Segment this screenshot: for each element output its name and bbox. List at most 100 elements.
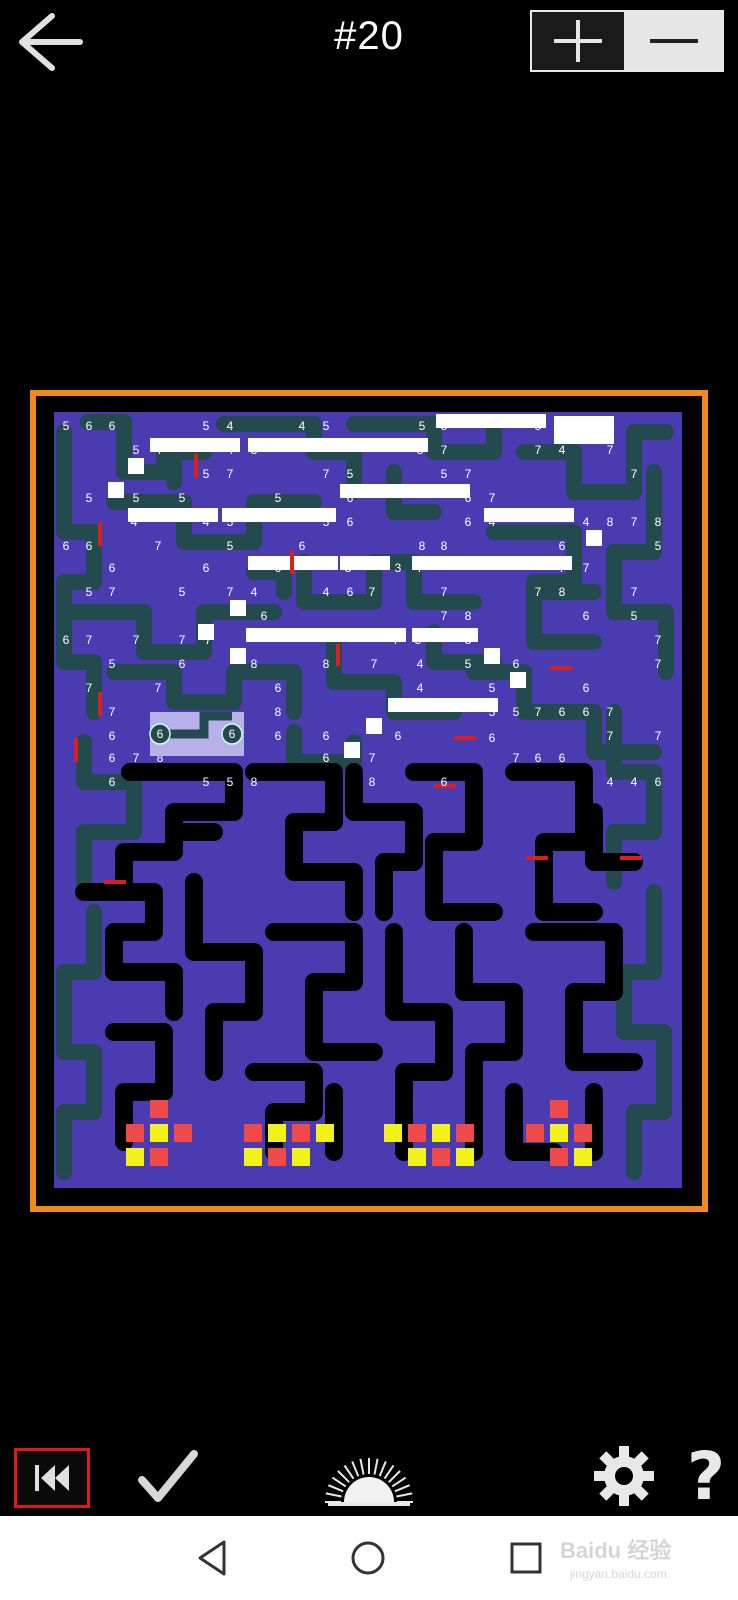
cell-number: 6	[559, 705, 566, 719]
cell-number: 4	[631, 775, 638, 789]
cell-number: 7	[535, 585, 542, 599]
baidu-watermark: Baidu 经验 jingyan.baidu.com	[560, 1538, 671, 1581]
cell-number: 8	[559, 585, 566, 599]
cell-number: 4	[559, 443, 566, 457]
zoom-out-button[interactable]	[624, 12, 722, 70]
cell-number: 3	[345, 561, 352, 575]
cell-number: 7	[441, 585, 448, 599]
cell-number: 7	[109, 705, 116, 719]
help-button[interactable]: ?	[684, 1442, 728, 1512]
cell-number: 6	[261, 609, 268, 623]
cell-number: 6	[441, 775, 448, 789]
cell-number: 6	[323, 751, 330, 765]
cell-number: 3	[395, 561, 402, 575]
cell-number: 3	[415, 633, 422, 647]
cell-number: 4	[417, 657, 424, 671]
cell-number: 6	[275, 561, 282, 575]
maze-grid[interactable]: 5 6 6 5 4 4 5 5 5 5 45 4 4 8 8 7 7 4 75 7 7 5 5 7 75 5 5 5 6 6 74 4 5 5 6 6…	[54, 412, 682, 1188]
top-bar: #20	[0, 0, 738, 90]
cell-number: 5	[227, 515, 234, 529]
zoom-controls	[530, 10, 724, 72]
nav-back-icon[interactable]	[190, 1534, 238, 1582]
zoom-in-button[interactable]	[532, 12, 624, 70]
cell-number: 7	[607, 729, 614, 743]
cell-number: 5	[535, 419, 542, 433]
cell-number: 8	[655, 515, 662, 529]
cell-number: 6	[465, 491, 472, 505]
cell-number: 7	[631, 585, 638, 599]
rewind-icon	[35, 1465, 69, 1491]
player-piece[interactable]: 6 6	[149, 711, 244, 756]
cell-number: 6	[109, 419, 116, 433]
cell-number: 4	[607, 775, 614, 789]
sunrise-icon[interactable]	[322, 1444, 416, 1508]
cell-number: 4	[227, 443, 234, 457]
cell-number: 6	[275, 681, 282, 695]
cell-number: 8	[251, 443, 258, 457]
cell-number: 7	[607, 705, 614, 719]
cell-number: 5	[489, 705, 496, 719]
cell-number: 8	[323, 657, 330, 671]
cell-number: 7	[655, 633, 662, 647]
cell-number: 5	[133, 443, 140, 457]
cell-number: 4	[583, 515, 590, 529]
cell-number: 6	[109, 751, 116, 765]
cell-number: 6	[109, 775, 116, 789]
cell-number: 7	[417, 561, 424, 575]
cell-number: 5	[441, 419, 448, 433]
cell-number: 6	[203, 561, 210, 575]
checkmark-icon[interactable]	[136, 1444, 200, 1508]
cell-number: 8	[607, 515, 614, 529]
cell-number: 6	[513, 657, 520, 671]
nav-recent-icon[interactable]	[504, 1534, 548, 1582]
cell-number: 6	[63, 633, 70, 647]
gear-icon[interactable]	[590, 1442, 658, 1510]
cell-number: 6	[109, 729, 116, 743]
cell-number: 5	[489, 681, 496, 695]
cell-number: 6	[347, 515, 354, 529]
cell-number: 7	[86, 633, 93, 647]
cell-number: 4	[489, 515, 496, 529]
nav-home-icon[interactable]	[344, 1534, 392, 1582]
cell-number: 7	[655, 657, 662, 671]
cell-number: 6	[559, 751, 566, 765]
token-right-label: 6	[229, 727, 236, 741]
cell-number: 4	[299, 419, 306, 433]
cell-number: 4	[227, 419, 234, 433]
cell-number: 6	[179, 657, 186, 671]
cell-number: 5	[441, 467, 448, 481]
cell-number: 7	[655, 729, 662, 743]
cell-number: 5	[655, 539, 662, 553]
cell-number: 6	[347, 491, 354, 505]
watermark-subtext: jingyan.baidu.com	[569, 1567, 667, 1581]
cell-number: 7	[155, 681, 162, 695]
minus-icon	[650, 39, 698, 43]
cell-number: 5	[203, 419, 210, 433]
cell-number: 5	[179, 491, 186, 505]
cell-number: 7	[489, 491, 496, 505]
cell-number: 6	[559, 539, 566, 553]
cell-number: 5	[203, 775, 210, 789]
plus-icon	[554, 20, 602, 62]
cell-number: 6	[465, 515, 472, 529]
cell-number: 3	[465, 633, 472, 647]
cell-number: 6	[655, 775, 662, 789]
cell-number: 7	[393, 633, 400, 647]
cell-number: 6	[395, 729, 402, 743]
cell-number: 6	[489, 731, 496, 745]
cell-number: 5	[419, 419, 426, 433]
cell-number: 5	[347, 467, 354, 481]
cell-number: 6	[86, 419, 93, 433]
cell-number: 4	[251, 585, 258, 599]
cell-number: 7	[323, 467, 330, 481]
puzzle-board[interactable]: 5665445555454488774757755775555667445566…	[54, 412, 682, 1188]
cell-number: 7	[369, 751, 376, 765]
cell-number: 8	[465, 609, 472, 623]
rewind-button[interactable]	[14, 1448, 90, 1508]
cell-number: 7	[371, 657, 378, 671]
cell-number: 5	[631, 609, 638, 623]
cell-number: 7	[155, 539, 162, 553]
cell-number: 7	[133, 751, 140, 765]
cell-number: 5	[275, 491, 282, 505]
cell-number: 8	[417, 443, 424, 457]
